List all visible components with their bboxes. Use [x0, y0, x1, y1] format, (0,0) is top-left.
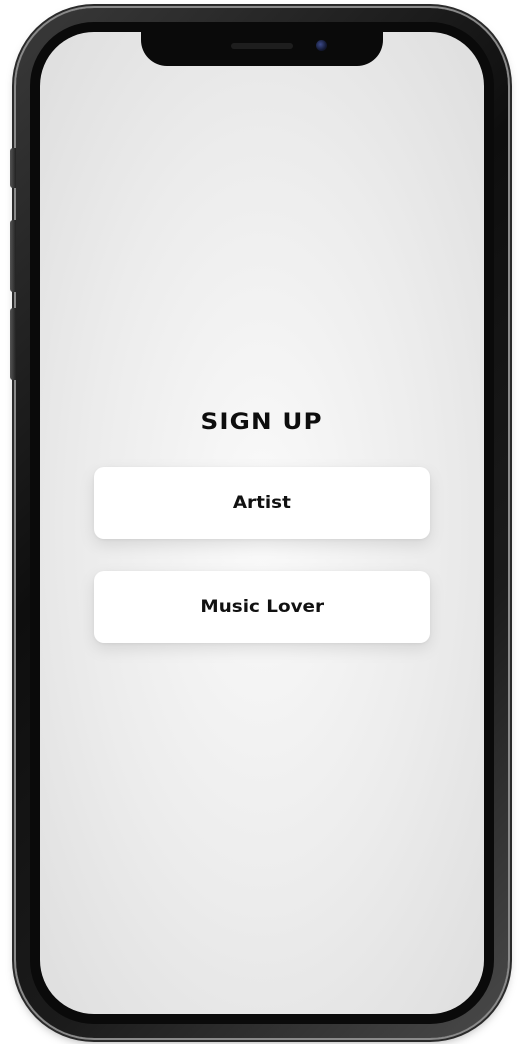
phone-frame: SIGN UP Artist Music Lover	[10, 8, 508, 1038]
artist-button-label: Artist	[232, 493, 292, 513]
phone-bezel: SIGN UP Artist Music Lover	[30, 22, 494, 1024]
music-lover-button-label: Music Lover	[200, 597, 324, 617]
silent-switch	[10, 148, 16, 188]
music-lover-button[interactable]: Music Lover	[94, 571, 430, 643]
signup-panel: SIGN UP Artist Music Lover	[40, 410, 484, 643]
artist-button[interactable]: Artist	[94, 467, 430, 539]
speaker-grille	[231, 43, 293, 49]
volume-up-button	[10, 220, 16, 292]
notch	[141, 32, 383, 66]
page-title: SIGN UP	[200, 410, 324, 435]
volume-down-button	[10, 308, 16, 380]
phone-screen: SIGN UP Artist Music Lover	[40, 32, 484, 1014]
front-camera-icon	[316, 40, 327, 51]
